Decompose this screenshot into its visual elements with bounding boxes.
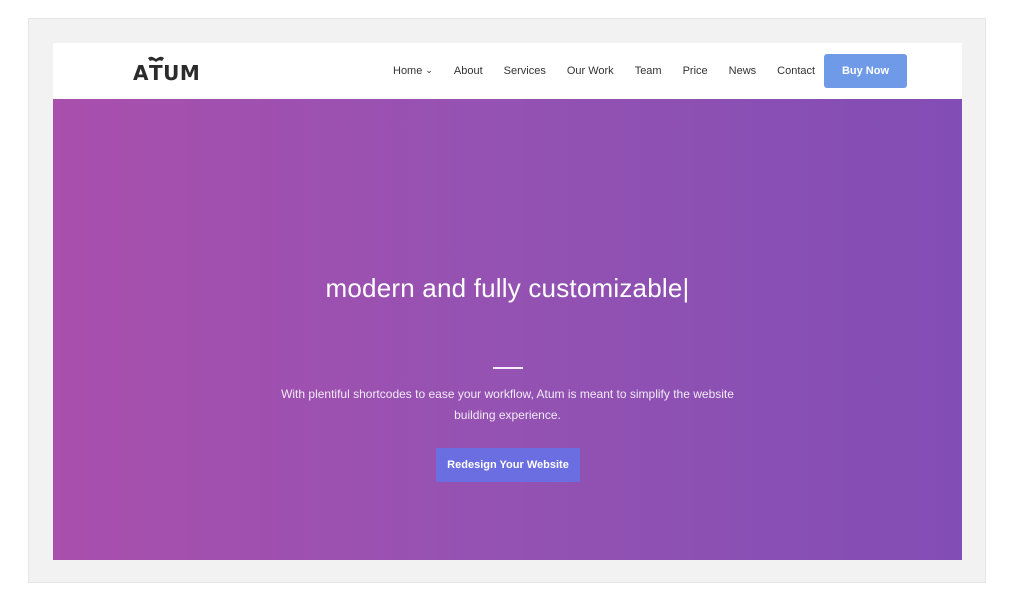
nav-item-contact[interactable]: Contact — [777, 65, 815, 77]
nav-item-our-work[interactable]: Our Work — [567, 65, 614, 77]
nav-item-services[interactable]: Services — [504, 65, 546, 77]
nav-item-label: Price — [682, 64, 708, 77]
redesign-website-button[interactable]: Redesign Your Website — [436, 448, 580, 482]
nav-item-label: Our Work — [566, 64, 614, 77]
nav-item-label: News — [728, 64, 757, 77]
nav-item-about[interactable]: About — [454, 65, 483, 77]
nav-item-price[interactable]: Price — [683, 65, 708, 77]
buy-now-button[interactable]: Buy Now — [824, 54, 907, 88]
nav-item-label: Team — [634, 64, 662, 77]
hero-divider — [493, 367, 523, 369]
logo-letters-um: UM — [163, 61, 201, 85]
nav-item-label: About — [453, 64, 483, 77]
hero-section: modern and fully customizable| With plen… — [53, 99, 962, 560]
hero-description: With plentiful shortcodes to ease your w… — [281, 387, 734, 422]
nav-item-label: Home — [393, 64, 423, 77]
nav-item-home[interactable]: Home ⌄ — [393, 65, 433, 77]
hero-title: modern and fully customizable| — [53, 273, 962, 304]
logo-crown-icon — [147, 56, 164, 62]
logo[interactable]: A T UM — [133, 56, 201, 85]
nav-item-label: Contact — [777, 64, 816, 77]
navbar: A T UM Home ⌄ About Services Our Work Te… — [53, 43, 962, 98]
main-nav: Home ⌄ About Services Our Work Team Pric… — [393, 43, 836, 98]
website-preview: A T UM Home ⌄ About Services Our Work Te… — [53, 43, 962, 560]
nav-item-team[interactable]: Team — [635, 65, 662, 77]
nav-item-news[interactable]: News — [729, 65, 757, 77]
logo-letter-t: T — [147, 56, 164, 85]
nav-item-label: Services — [503, 64, 546, 77]
typing-cursor: | — [682, 273, 690, 303]
hero-title-text: modern and fully customizable — [325, 273, 683, 303]
chevron-down-icon: ⌄ — [425, 65, 433, 75]
